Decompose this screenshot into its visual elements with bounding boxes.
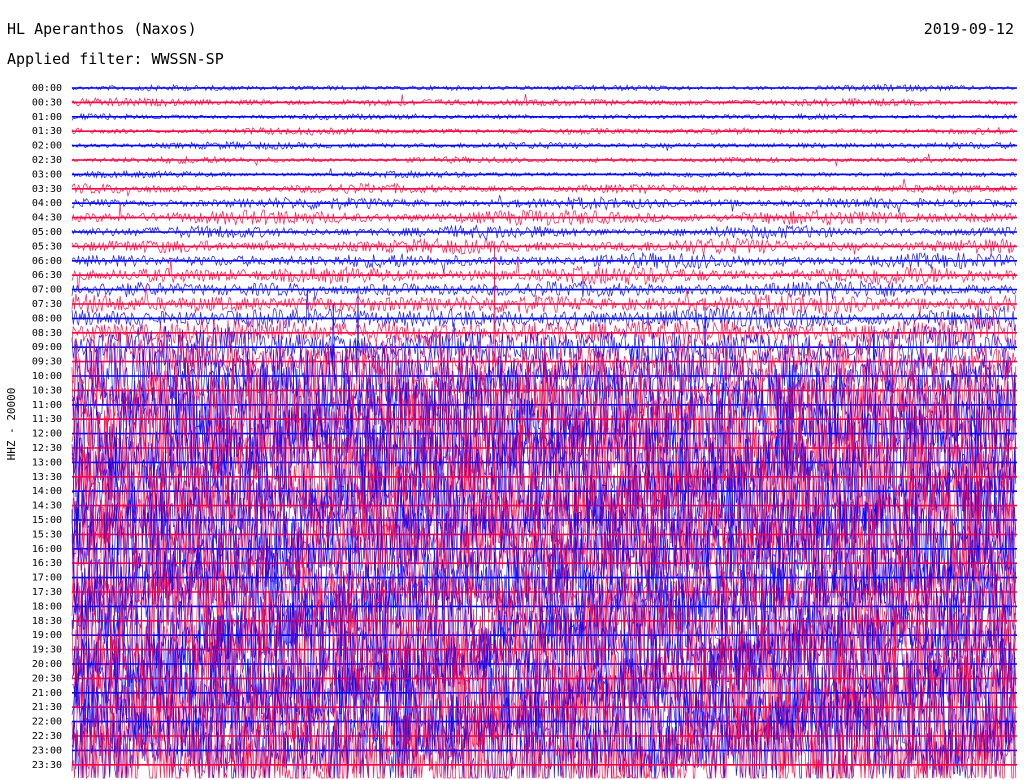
row-label-0100: 01:00 — [32, 112, 62, 123]
row-label-0300: 03:00 — [32, 169, 62, 180]
helicorder-plot: 00:00 00:30 01:00 01:30 02:00 02:30 03:00 03:30… — [5, 83, 1017, 780]
row-label-0730: 07:30 — [32, 299, 62, 310]
row-label-0900: 09:00 — [32, 342, 62, 353]
row-label-1300: 13:00 — [32, 457, 62, 468]
row-label-0230: 02:30 — [32, 155, 62, 166]
row-label-0530: 05:30 — [32, 241, 62, 252]
trace-layer — [71, 83, 1017, 780]
row-label-0800: 08:00 — [32, 313, 62, 324]
row-label-1230: 12:30 — [32, 443, 62, 454]
row-label-1130: 11:30 — [32, 414, 62, 425]
row-label-1600: 16:00 — [32, 544, 62, 555]
row-label-1400: 14:00 — [32, 486, 62, 497]
row-label-2200: 22:00 — [32, 717, 62, 728]
row-label-0400: 04:00 — [32, 198, 62, 209]
row-label-1730: 17:30 — [32, 587, 62, 598]
row-label-2100: 21:00 — [32, 688, 62, 699]
row-label-0930: 09:30 — [32, 357, 62, 368]
row-label-0830: 08:30 — [32, 328, 62, 339]
row-label-1900: 19:00 — [32, 630, 62, 641]
row-label-1930: 19:30 — [32, 645, 62, 656]
row-label-0030: 00:30 — [32, 97, 62, 108]
row-label-0330: 03:30 — [32, 184, 62, 195]
row-label-2030: 20:30 — [32, 673, 62, 684]
row-label-1000: 10:00 — [32, 371, 62, 382]
row-label-0130: 01:30 — [32, 126, 62, 137]
row-label-layer: 00:00 00:30 01:00 01:30 02:00 02:30 03:00 03:30… — [32, 83, 62, 771]
trace-0330 — [71, 178, 1016, 197]
row-label-0700: 07:00 — [32, 285, 62, 296]
row-label-0500: 05:00 — [32, 227, 62, 238]
row-label-0430: 04:30 — [32, 213, 62, 224]
row-label-1700: 17:00 — [32, 573, 62, 584]
row-label-2300: 23:00 — [32, 745, 62, 756]
row-label-1630: 16:30 — [32, 558, 62, 569]
row-label-1530: 15:30 — [32, 529, 62, 540]
row-label-2330: 23:30 — [32, 760, 62, 771]
row-label-1330: 13:30 — [32, 472, 62, 483]
row-label-0000: 00:00 — [32, 83, 62, 94]
row-label-2130: 21:30 — [32, 702, 62, 713]
row-label-1830: 18:30 — [32, 616, 62, 627]
trace-0030 — [71, 93, 1017, 108]
row-label-0200: 02:00 — [32, 141, 62, 152]
row-label-1200: 12:00 — [32, 429, 62, 440]
row-label-1100: 11:00 — [32, 400, 62, 411]
channel-label: HHZ - 20000 — [5, 388, 18, 461]
row-label-1800: 18:00 — [32, 601, 62, 612]
row-label-0630: 06:30 — [32, 270, 62, 281]
row-label-1030: 10:30 — [32, 385, 62, 396]
row-label-0600: 06:00 — [32, 256, 62, 267]
row-label-1430: 14:30 — [32, 501, 62, 512]
row-label-1500: 15:00 — [32, 515, 62, 526]
row-label-2230: 22:30 — [32, 731, 62, 742]
row-label-2000: 20:00 — [32, 659, 62, 670]
trace-0300 — [71, 168, 1016, 179]
